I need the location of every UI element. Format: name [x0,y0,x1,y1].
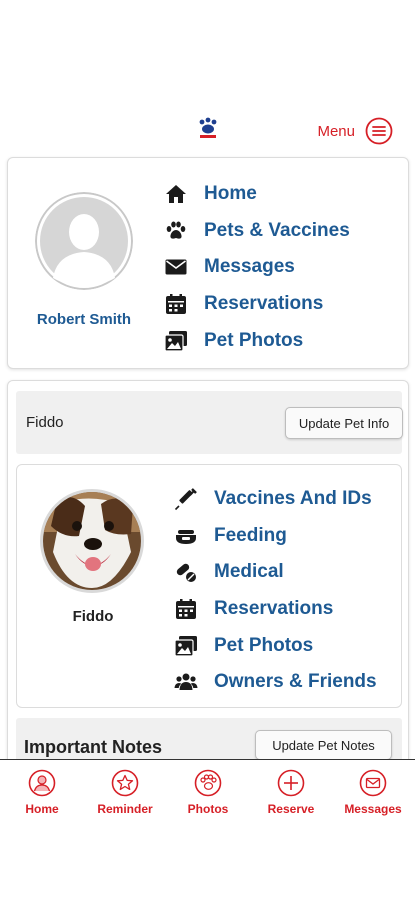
tab-label: Home [25,802,59,816]
update-pet-notes-button[interactable]: Update Pet Notes [255,730,392,760]
tab-photos[interactable]: Photos [168,769,248,816]
nav-label: Owners & Friends [214,671,377,693]
users-icon [174,673,198,691]
tab-label: Messages [344,802,402,816]
owner-avatar[interactable] [35,192,133,290]
dog-photo-icon [43,492,141,590]
owner-card: Robert Smith Home Pets & Vaccines Messag… [7,157,409,369]
nav-item-vaccines-ids[interactable]: Vaccines And IDs [174,481,377,518]
tab-label: Reserve [267,802,315,816]
plus-circle-icon [277,769,305,797]
calendar-icon [176,599,196,620]
tab-label: Photos [187,802,229,816]
images-icon [174,635,197,657]
tab-reminder[interactable]: Reminder [85,769,165,816]
tab-messages[interactable]: Messages [333,769,413,816]
nav-item-pet-reservations[interactable]: Reservations [174,591,377,628]
house-icon [166,185,186,204]
nav-label: Feeding [214,524,287,546]
home-circle-icon [28,769,56,797]
envelope-icon [165,259,187,275]
tab-label: Reminder [97,802,153,816]
hamburger-menu-icon [365,117,393,145]
nav-item-medical[interactable]: Medical [174,554,377,591]
nav-label: Reservations [214,598,334,620]
bottom-tab-bar: Home Reminder Photos Reserve Messages [0,759,415,900]
nav-item-pets-vaccines[interactable]: Pets & Vaccines [164,213,350,250]
paw-logo-icon [195,116,221,138]
owner-name[interactable]: Robert Smith [8,311,160,328]
nav-item-home[interactable]: Home [164,176,350,213]
important-notes-title: Important Notes [24,737,163,757]
nav-label: Medical [214,561,284,583]
paw-circle-icon [194,769,222,797]
pet-nav: Vaccines And IDs Feeding Medical Reserva… [174,481,377,701]
pet-section: Fiddo Update Pet Info Fiddo Vaccines And… [7,380,409,800]
nav-label: Messages [204,256,295,278]
pet-avatar[interactable] [40,489,144,593]
nav-label: Pets & Vaccines [204,219,350,241]
nav-label: Vaccines And IDs [214,488,372,510]
update-pet-info-button[interactable]: Update Pet Info [285,407,403,439]
bowl-icon [176,529,196,544]
paw-icon [166,221,186,239]
star-icon [111,769,139,797]
tab-reserve[interactable]: Reserve [251,769,331,816]
mail-circle-icon [359,769,387,797]
pet-header-bar: Fiddo Update Pet Info [16,391,403,454]
owner-nav: Home Pets & Vaccines Messages Reservatio… [164,176,350,359]
menu-button[interactable]: Menu [317,117,393,145]
tab-home[interactable]: Home [2,769,82,816]
images-icon [164,330,187,352]
nav-item-messages[interactable]: Messages [164,249,350,286]
nav-item-reservations[interactable]: Reservations [164,286,350,323]
pet-bar-name: Fiddo [26,414,64,431]
nav-item-pet-photos-2[interactable]: Pet Photos [174,627,377,664]
menu-label: Menu [317,122,355,140]
nav-item-owners-friends[interactable]: Owners & Friends [174,664,377,701]
calendar-icon [166,294,186,315]
app-header: Menu [0,0,415,150]
nav-item-feeding[interactable]: Feeding [174,518,377,555]
syringe-icon [174,488,197,511]
nav-label: Reservations [204,293,324,315]
pet-card: Fiddo Vaccines And IDs Feeding Medical R… [16,464,402,708]
person-placeholder-icon [35,192,133,290]
nav-item-pet-photos[interactable]: Pet Photos [164,322,350,359]
nav-label: Pet Photos [214,634,314,656]
nav-label: Home [204,183,257,205]
pet-name: Fiddo [72,608,114,625]
pills-icon [176,564,196,583]
nav-label: Pet Photos [204,329,304,351]
